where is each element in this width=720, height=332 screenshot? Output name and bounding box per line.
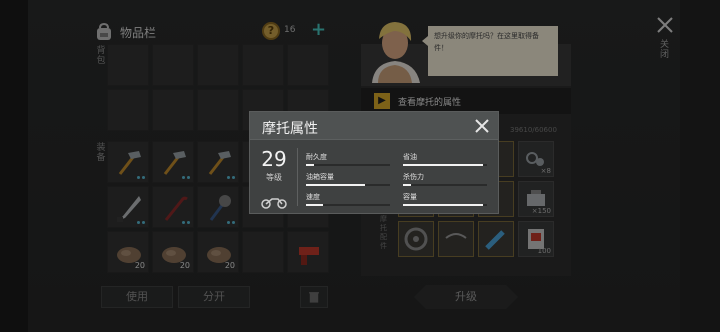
stat-bar-fill [403,204,483,206]
stat-label: 油箱容量 [306,173,334,181]
stat-label: 省油 [403,153,417,161]
stat-bar-fill [403,164,483,166]
stat-bar-fill [403,184,412,186]
close-icon[interactable] [474,118,490,134]
moto-level: 29 等级 [256,148,292,183]
moto-attributes-dialog: 摩托属性 29 等级 耐久度 油箱容量 速度 省油 杀伤力 容量 [249,111,499,214]
stat-bar [403,204,487,206]
stat-bar-fill [306,204,323,206]
dialog-title: 摩托属性 [262,121,318,137]
motorcycle-icon [261,198,287,209]
stat-durability: 耐久度 [306,153,390,166]
stat-label: 耐久度 [306,153,327,161]
stat-speed: 速度 [306,193,390,206]
stat-bar [306,164,390,166]
stat-capacity: 容量 [403,193,487,206]
stat-label: 杀伤力 [403,173,424,181]
stat-bar [306,204,390,206]
stat-bar-fill [306,184,365,186]
stat-label: 容量 [403,193,417,201]
stat-bar [403,184,487,186]
divider [297,148,298,206]
stat-bar [306,184,390,186]
stat-fuel-economy: 省油 [403,153,487,166]
stat-bar-fill [306,164,315,166]
level-value: 29 [261,147,287,171]
level-label: 等级 [266,173,282,182]
game-screen: 物品栏 ? 16 + 背包 装备 20 20 20 使用 分开 想升级你的摩托吗… [0,0,720,332]
stat-bar [403,164,487,166]
stat-label: 速度 [306,193,320,201]
stat-fuel-capacity: 油箱容量 [306,173,390,186]
dialog-header: 摩托属性 [250,112,498,140]
stat-damage: 杀伤力 [403,173,487,186]
